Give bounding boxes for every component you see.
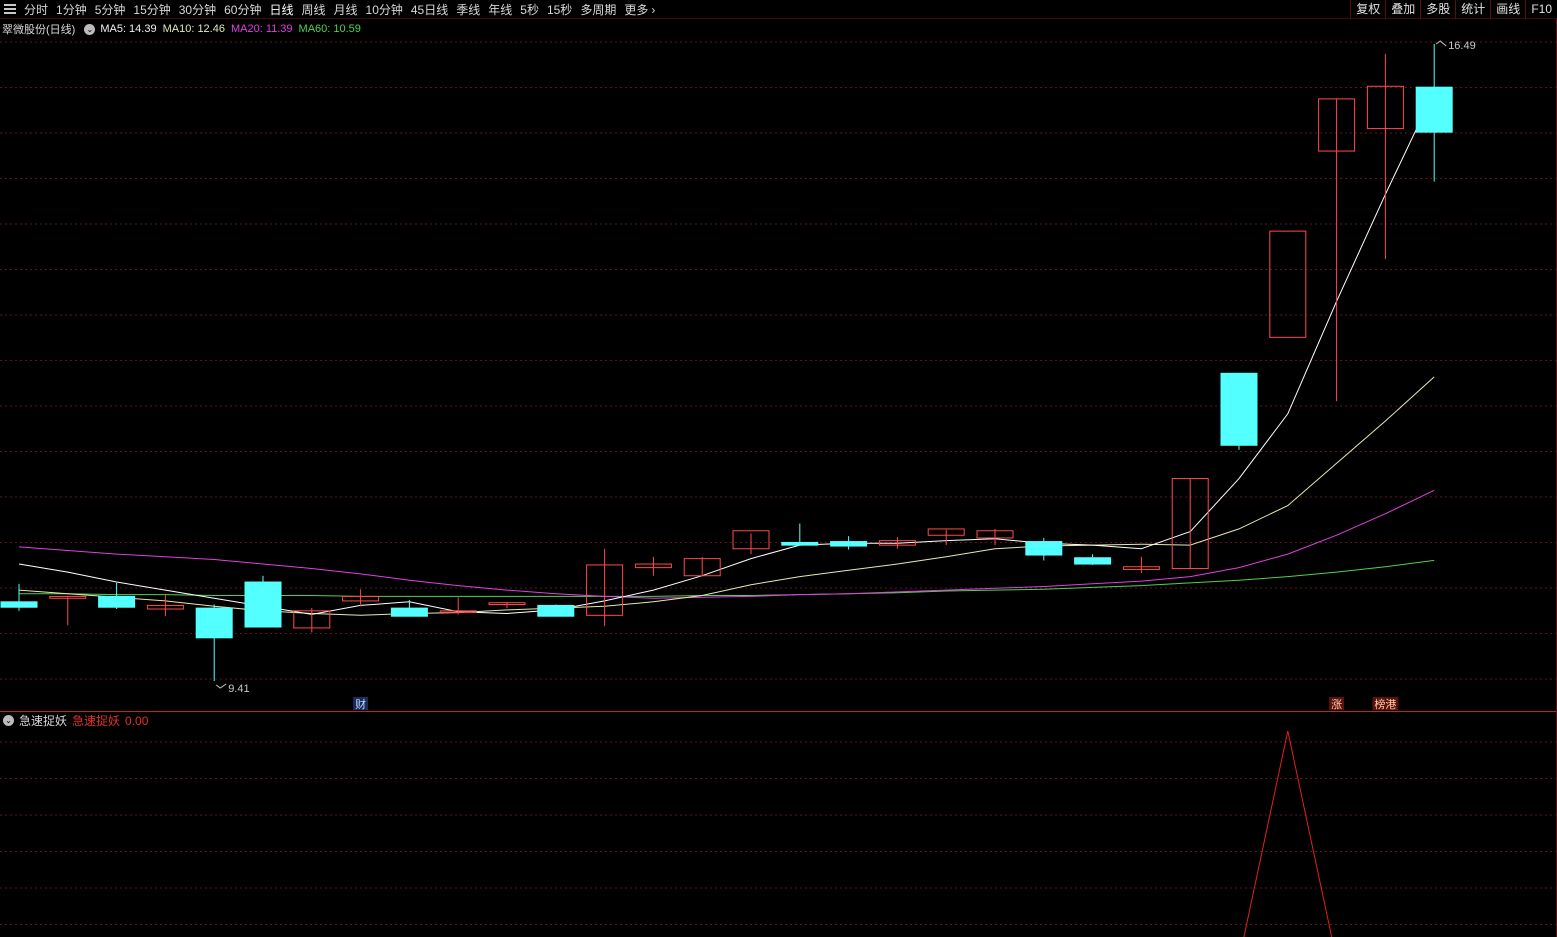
indicator-chart[interactable] xyxy=(0,0,1557,937)
indicator-line xyxy=(1243,730,1333,937)
